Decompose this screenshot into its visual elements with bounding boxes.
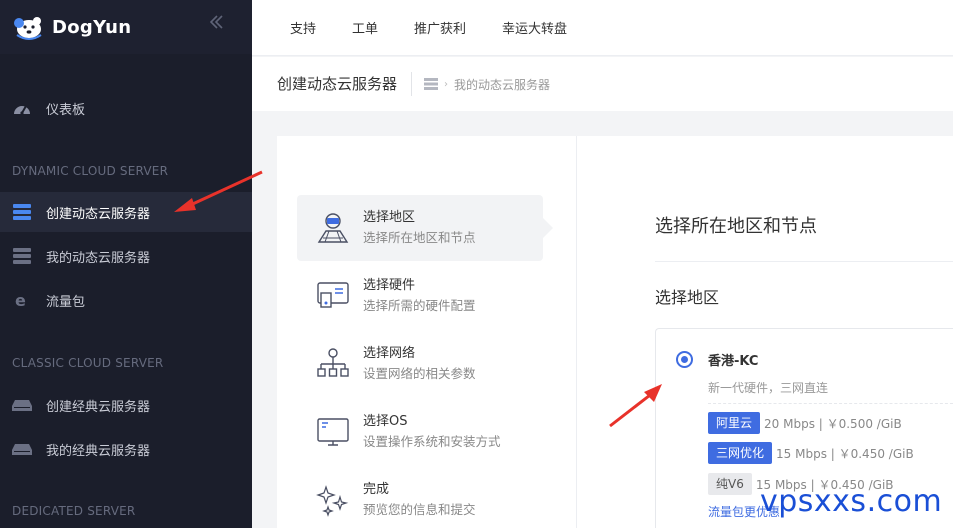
- chevron-right-icon: ›: [444, 78, 449, 90]
- sidebar-item-my-dynamic[interactable]: 我的动态云服务器: [0, 236, 252, 276]
- drive-icon: [12, 441, 32, 457]
- hardware-icon: [315, 278, 351, 314]
- drive-icon: [12, 397, 32, 413]
- nav-lucky-wheel[interactable]: 幸运大转盘: [502, 18, 567, 37]
- sidebar-section-dynamic: DYNAMIC CLOUD SERVER: [12, 164, 169, 178]
- sidebar-item-create-classic[interactable]: 创建经典云服务器: [0, 385, 252, 425]
- network-icon: [315, 346, 351, 382]
- nav-tickets[interactable]: 工单: [352, 18, 378, 37]
- breadcrumb-link[interactable]: 我的动态云服务器: [454, 76, 550, 93]
- page-title: 创建动态云服务器: [277, 72, 413, 96]
- watermark: vpsxxs.com: [760, 484, 943, 519]
- step-region[interactable]: 选择地区 选择所在地区和节点: [297, 195, 553, 261]
- step-list: 选择地区 选择所在地区和节点 选择硬件 选择所需的硬件配置 选择网络 设置网络的…: [277, 136, 577, 528]
- step-hardware[interactable]: 选择硬件 选择所需的硬件配置: [297, 263, 543, 329]
- double-chevron-left-icon: [209, 15, 223, 29]
- sparkle-icon: [315, 482, 351, 518]
- server-stack-icon: [12, 204, 32, 220]
- line-label: 纯V6: [708, 473, 752, 495]
- sidebar-item-label: 我的经典云服务器: [46, 443, 151, 459]
- server-stack-icon: [424, 78, 439, 90]
- nav-support[interactable]: 支持: [290, 18, 316, 37]
- brand-name: DogYun: [52, 16, 132, 38]
- divider: [655, 261, 953, 262]
- section-title: 选择所在地区和节点: [655, 216, 817, 237]
- step-title: 完成: [363, 482, 390, 497]
- ie-e-icon: e: [12, 291, 32, 309]
- step-subtitle: 预览您的信息和提交: [363, 502, 476, 517]
- line-label: 三网优化: [708, 442, 773, 464]
- radio-dot-icon: [681, 356, 688, 363]
- step-title: 选择OS: [363, 414, 408, 429]
- section-subtitle: 选择地区: [655, 288, 720, 307]
- step-title: 选择地区: [363, 210, 416, 225]
- monitor-icon: [315, 414, 351, 450]
- dog-logo-icon: [14, 17, 42, 40]
- step-subtitle: 选择所需的硬件配置: [363, 298, 476, 313]
- region-panel: 选择所在地区和节点 选择地区 香港-KC 新一代硬件，三网直连 阿里云 20 M…: [578, 136, 953, 528]
- sidebar-section-dedicated: DEDICATED SERVER: [12, 504, 136, 518]
- step-finish[interactable]: 完成 预览您的信息和提交: [297, 467, 543, 528]
- top-navigation: 支持 工单 推广获利 幸运大转盘: [252, 0, 953, 56]
- sidebar-item-my-classic[interactable]: 我的经典云服务器: [0, 429, 252, 469]
- sidebar-item-create-dynamic[interactable]: 创建动态云服务器: [0, 192, 252, 232]
- line-tag: 阿里云 20 Mbps | ￥0.500 /GiB: [708, 412, 902, 434]
- sidebar-item-label: 创建经典云服务器: [46, 399, 151, 415]
- sidebar-item-traffic-pack[interactable]: e 流量包: [0, 280, 252, 320]
- map-region-icon: [315, 210, 351, 246]
- breadcrumb: 创建动态云服务器 › 我的动态云服务器: [252, 57, 953, 111]
- region-description: 新一代硬件，三网直连: [708, 381, 829, 395]
- sidebar-item-dashboard[interactable]: 仪表板: [0, 88, 252, 128]
- step-subtitle: 选择所在地区和节点: [363, 230, 476, 245]
- step-subtitle: 设置网络的相关参数: [363, 366, 476, 381]
- divider: [708, 403, 953, 404]
- step-network[interactable]: 选择网络 设置网络的相关参数: [297, 331, 543, 397]
- brand-logo[interactable]: DogYun: [12, 13, 131, 41]
- step-os[interactable]: 选择OS 设置操作系统和安装方式: [297, 399, 543, 465]
- region-radio[interactable]: [676, 351, 693, 368]
- dashboard-icon: [12, 100, 32, 116]
- line-label: 阿里云: [708, 412, 761, 434]
- line-detail: 15 Mbps | ￥0.450 /GiB: [776, 446, 914, 461]
- breadcrumb-path: › 我的动态云服务器: [424, 76, 550, 93]
- sidebar: DogYun 仪表板 DYNAMIC CLOUD SERVER 创建动态云服务器…: [0, 0, 252, 528]
- server-stack-icon: [12, 248, 32, 264]
- nav-affiliate[interactable]: 推广获利: [414, 18, 466, 37]
- sidebar-item-label: 流量包: [46, 294, 86, 310]
- sidebar-item-label: 创建动态云服务器: [46, 206, 151, 222]
- line-tag: 三网优化 15 Mbps | ￥0.450 /GiB: [708, 442, 914, 464]
- sidebar-item-label: 仪表板: [46, 102, 86, 118]
- line-detail: 20 Mbps | ￥0.500 /GiB: [764, 416, 902, 431]
- sidebar-collapse-button[interactable]: [205, 14, 227, 36]
- sidebar-item-label: 我的动态云服务器: [46, 250, 151, 266]
- svg-text:e: e: [15, 291, 26, 309]
- step-title: 选择网络: [363, 346, 416, 361]
- create-server-card: 选择地区 选择所在地区和节点 选择硬件 选择所需的硬件配置 选择网络 设置网络的…: [277, 136, 953, 528]
- region-name: 香港-KC: [708, 354, 759, 369]
- sidebar-section-classic: CLASSIC CLOUD SERVER: [12, 356, 164, 370]
- step-title: 选择硬件: [363, 278, 416, 293]
- step-subtitle: 设置操作系统和安装方式: [363, 434, 501, 449]
